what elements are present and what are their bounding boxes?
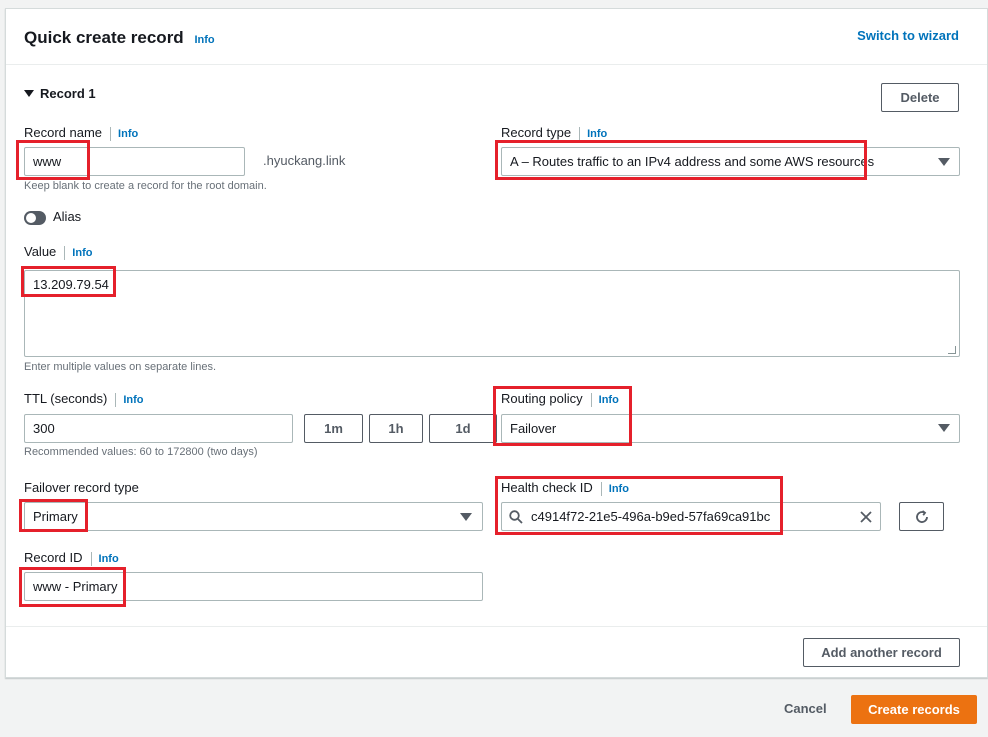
ttl-label-text: TTL (seconds) [24,391,108,406]
ttl-1m-button[interactable]: 1m [304,414,363,443]
highlight-routing-policy [493,386,632,446]
ttl-hint: Recommended values: 60 to 172800 (two da… [24,446,258,458]
refresh-button[interactable] [899,502,944,531]
routing-policy-chevron-down-icon [938,424,950,432]
resize-handle-icon[interactable] [948,346,956,354]
record-id-info-link[interactable]: Info [99,553,119,565]
record-type-chevron-down-icon [938,158,950,166]
record-section-label: Record 1 [40,86,96,101]
record-id-label: Record ID Info [24,550,119,566]
alias-label: Alias [53,209,82,224]
value-info-link[interactable]: Info [72,247,92,259]
highlight-failover-type [19,499,88,532]
ttl-label: TTL (seconds) Info [24,391,144,407]
ttl-input[interactable]: 300 [24,414,293,443]
failover-type-chevron-down-icon [460,513,472,521]
domain-suffix: .hyuckang.link [263,153,346,168]
record-name-info-link[interactable]: Info [118,128,138,140]
delete-button[interactable]: Delete [881,83,959,112]
failover-type-select[interactable]: Primary [24,502,483,531]
value-label-text: Value [24,244,57,259]
caret-down-icon [24,90,34,97]
highlight-record-type [495,140,867,180]
clear-icon[interactable] [860,511,872,523]
record-name-label-text: Record name [24,125,103,140]
record-name-hint: Keep blank to create a record for the ro… [24,180,267,192]
quick-create-panel: Quick create record Info Switch to wizar… [5,8,988,678]
highlight-value [21,266,116,297]
record-type-label: Record type Info [501,125,607,141]
value-hint: Enter multiple values on separate lines. [24,361,216,373]
ttl-1d-button[interactable]: 1d [429,414,497,443]
value-textarea[interactable]: 13.209.79.54 [24,270,960,357]
create-records-button[interactable]: Create records [851,695,977,724]
record-id-label-text: Record ID [24,550,83,565]
refresh-icon [916,510,928,523]
highlight-record-name [16,140,90,180]
switch-to-wizard-link[interactable]: Switch to wizard [857,28,959,43]
page-title-text: Quick create record [24,28,184,47]
cancel-button[interactable]: Cancel [784,701,827,716]
record-type-info-link[interactable]: Info [587,128,607,140]
alias-toggle[interactable] [24,211,46,225]
alias-toggle-knob [26,213,36,223]
ttl-info-link[interactable]: Info [123,394,143,406]
ttl-1h-button[interactable]: 1h [369,414,423,443]
value-label: Value Info [24,244,92,260]
failover-type-label: Failover record type [24,480,139,495]
panel-header: Quick create record Info Switch to wizar… [6,9,987,65]
section-divider [6,626,987,627]
record-section-toggle[interactable]: Record 1 [24,86,96,101]
highlight-record-id [19,567,126,607]
add-another-record-button[interactable]: Add another record [803,638,960,667]
highlight-health-check [495,476,783,535]
record-type-label-text: Record type [501,125,572,140]
title-info-link[interactable]: Info [194,34,214,46]
page-title: Quick create record Info [24,28,215,48]
record-name-label: Record name Info [24,125,138,141]
